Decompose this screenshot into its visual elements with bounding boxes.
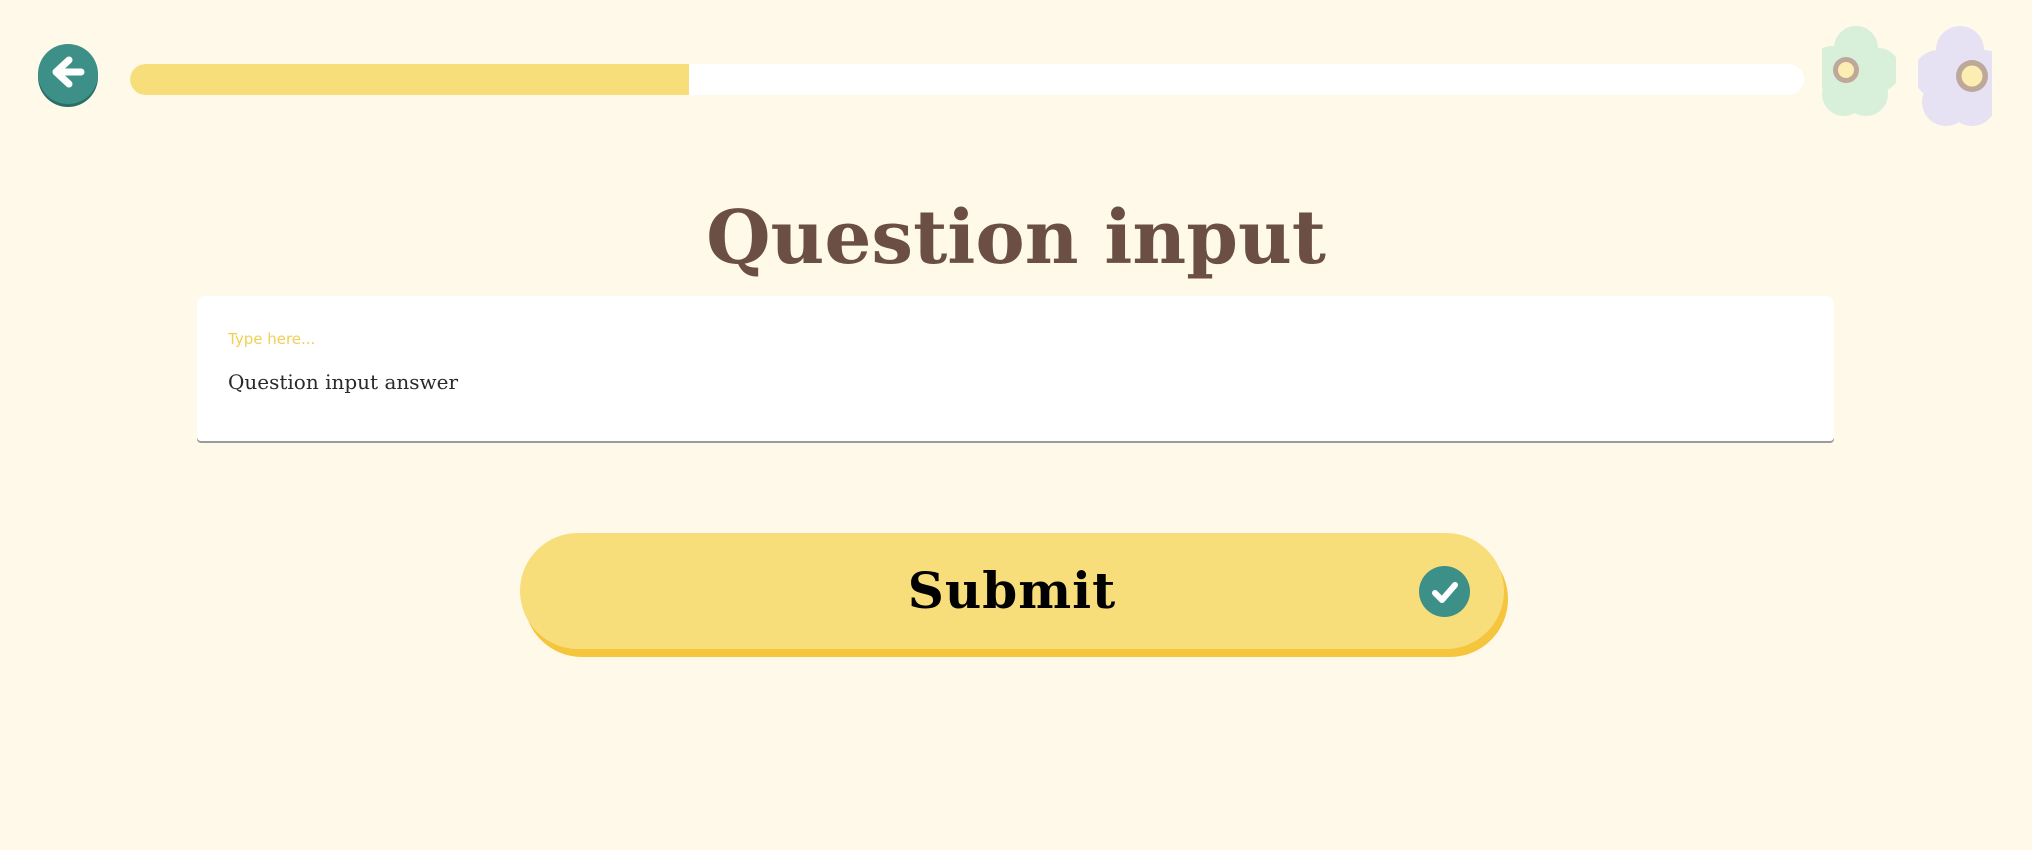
answer-input[interactable] [228, 366, 1788, 398]
input-label: Type here... [228, 330, 316, 348]
arrow-left-icon [47, 51, 89, 97]
submit-button-label: Submit [907, 561, 1117, 620]
green-flower-icon [1810, 24, 1900, 122]
check-icon [1419, 566, 1470, 617]
progress-bar [130, 64, 1804, 95]
back-button[interactable] [38, 44, 98, 104]
answer-input-card[interactable]: Type here... [197, 296, 1834, 441]
progress-bar-fill [130, 64, 690, 95]
question-page: Question input Type here... Submit [0, 0, 2032, 850]
page-title: Question input [706, 195, 1326, 281]
lavender-flower-icon [1914, 24, 2008, 132]
submit-button[interactable]: Submit [520, 533, 1504, 649]
